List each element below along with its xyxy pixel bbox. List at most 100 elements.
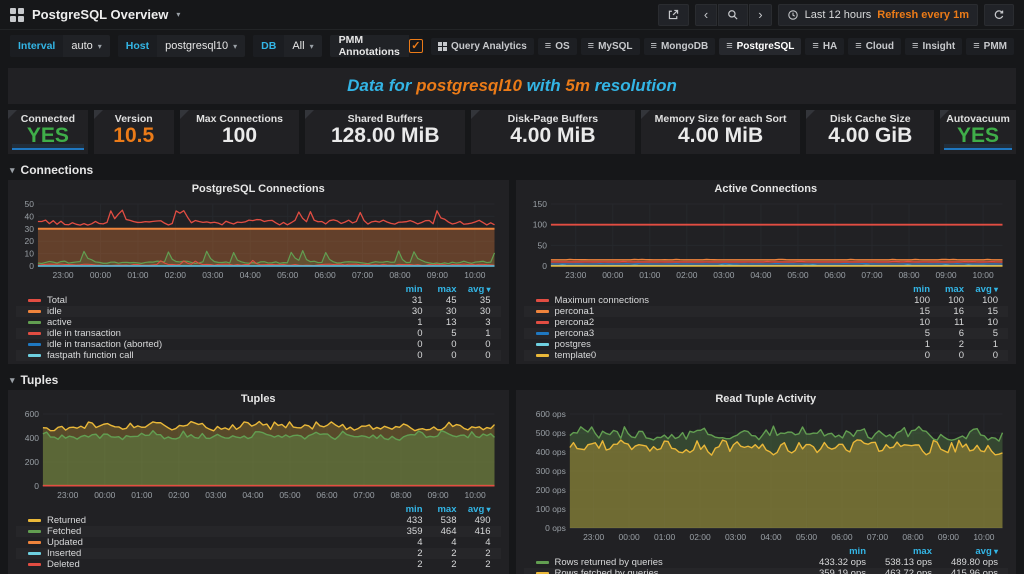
time-back-button[interactable]: ‹	[695, 4, 717, 26]
x-tick-label: 03:00	[205, 490, 226, 500]
section-header-tuples[interactable]: ▾Tuples	[0, 370, 1024, 390]
pmm-annotations-checkbox[interactable]: ✓	[409, 35, 423, 57]
menu-icon: ≡	[973, 41, 979, 52]
legend-sort-min[interactable]: min	[389, 504, 423, 515]
x-tick-label: 00:00	[94, 490, 115, 500]
panel-info-corner-icon[interactable]	[471, 110, 480, 119]
legend-sort-max[interactable]: max	[930, 284, 964, 295]
series-min: 4	[389, 537, 423, 548]
nav-link-mongodb[interactable]: ≡MongoDB	[644, 38, 716, 55]
legend-row-rows-returned-by-queries: Rows returned by queries433.32 ops538.13…	[524, 557, 1009, 568]
panel-info-corner-icon[interactable]	[8, 110, 17, 119]
banner-text-part: postgresql10	[416, 76, 522, 96]
series-name[interactable]: percona3	[555, 328, 897, 339]
series-name[interactable]: Deleted	[47, 559, 389, 570]
panel-info-corner-icon[interactable]	[94, 110, 103, 119]
legend-sort-max[interactable]: max	[423, 504, 457, 515]
legend-sort-avg[interactable]: avg ▾	[457, 504, 491, 515]
legend-sort-min[interactable]: min	[800, 546, 866, 557]
var-value-db[interactable]: All▾	[284, 35, 321, 57]
x-tick-label: 10:00	[464, 270, 485, 280]
legend-sort-avg[interactable]: avg ▾	[932, 546, 998, 557]
share-button[interactable]	[658, 4, 689, 26]
title-caret-icon[interactable]: ▾	[176, 10, 180, 19]
nav-link-os[interactable]: ≡OS	[538, 38, 577, 55]
nav-link-mysql[interactable]: ≡MySQL	[581, 38, 640, 55]
panel-info-corner-icon[interactable]	[180, 110, 189, 119]
nav-link-query-analytics[interactable]: Query Analytics	[431, 38, 534, 55]
legend-sort-min[interactable]: min	[896, 284, 930, 295]
series-name[interactable]: Returned	[47, 515, 389, 526]
x-tick-label: 00:00	[602, 270, 623, 280]
legend-sort-max[interactable]: max	[866, 546, 932, 557]
panel-info-corner-icon[interactable]	[940, 110, 949, 119]
chart-read-tuple-activity[interactable]: 0 ops100 ops200 ops300 ops400 ops500 ops…	[524, 408, 1009, 544]
series-name[interactable]: idle in transaction	[47, 328, 389, 339]
series-name[interactable]: Total	[47, 295, 389, 306]
panel-info-corner-icon[interactable]	[305, 110, 314, 119]
chevron-down-icon: ▾	[233, 42, 237, 51]
var-value-host[interactable]: postgresql10▾	[157, 35, 245, 57]
series-name[interactable]: fastpath function call	[47, 350, 389, 361]
panel-title[interactable]: Active Connections	[524, 183, 1009, 198]
legend-sort-max[interactable]: max	[423, 284, 457, 295]
y-tick-label: 40	[25, 211, 35, 221]
refresh-interval-label: Refresh every 1m	[877, 9, 969, 21]
dashboard-icon	[10, 8, 24, 22]
legend-sort-avg[interactable]: avg ▾	[457, 284, 491, 295]
legend-sort-avg[interactable]: avg ▾	[964, 284, 998, 295]
nav-link-label: PMM	[984, 41, 1007, 52]
nav-link-postgresql[interactable]: ≡PostgreSQL	[719, 38, 801, 55]
panel-title[interactable]: Tuples	[16, 393, 501, 408]
series-name[interactable]: template0	[555, 350, 897, 361]
nav-link-ha[interactable]: ≡HA	[805, 38, 844, 55]
series-name[interactable]: Rows returned by queries	[555, 557, 801, 568]
refresh-button[interactable]	[984, 4, 1014, 26]
series-name[interactable]: Fetched	[47, 526, 389, 537]
x-tick-label: 00:00	[90, 270, 111, 280]
nav-link-pmm[interactable]: ≡ PMM	[966, 38, 1014, 55]
series-name[interactable]: idle in transaction (aborted)	[47, 339, 389, 350]
series-name[interactable]: idle	[47, 306, 389, 317]
series-max: 463.72 ops	[866, 568, 932, 574]
series-name[interactable]: Maximum connections	[555, 295, 897, 306]
panel-info-corner-icon[interactable]	[806, 110, 815, 119]
x-tick-label: 08:00	[390, 490, 411, 500]
x-tick-label: 08:00	[898, 270, 919, 280]
series-max: 30	[423, 306, 457, 317]
y-tick-label: 200 ops	[535, 485, 565, 495]
series-name[interactable]: Rows fetched by queries	[555, 568, 801, 574]
series-name[interactable]: Inserted	[47, 548, 389, 559]
series-min: 5	[896, 328, 930, 339]
chart-tuples[interactable]: 020040060023:0000:0001:0002:0003:0004:00…	[16, 408, 501, 502]
time-forward-button[interactable]: ›	[749, 4, 771, 26]
panel-title[interactable]: PostgreSQL Connections	[16, 183, 501, 198]
legend-sort-min[interactable]: min	[389, 284, 423, 295]
dashboard-title[interactable]: PostgreSQL Overview	[32, 7, 168, 22]
chart-postgresql-connections[interactable]: 0102030405023:0000:0001:0002:0003:0004:0…	[16, 198, 501, 282]
series-avg: 100	[964, 295, 998, 306]
series-name[interactable]: Updated	[47, 537, 389, 548]
x-tick-label: 10:00	[973, 532, 994, 542]
nav-link-cloud[interactable]: ≡Cloud	[848, 38, 901, 55]
nav-link-insight[interactable]: ≡Insight	[905, 38, 962, 55]
zoom-out-button[interactable]	[718, 4, 748, 26]
series-max: 5	[423, 328, 457, 339]
time-range-button[interactable]: Last 12 hours Refresh every 1m	[778, 4, 978, 26]
legend: minmaxavg ▾Maximum connections100100100p…	[524, 284, 1009, 361]
sort-caret-icon: ▾	[484, 505, 490, 514]
series-name[interactable]: percona2	[555, 317, 897, 328]
section-header-connections[interactable]: ▾Connections	[0, 160, 1024, 180]
y-tick-label: 150	[532, 199, 546, 209]
var-value-interval[interactable]: auto▾	[63, 35, 109, 57]
x-tick-label: 05:00	[795, 532, 816, 542]
panel-title[interactable]: Read Tuple Activity	[524, 393, 1009, 408]
series-name[interactable]: active	[47, 317, 389, 328]
y-tick-label: 200	[25, 457, 39, 467]
chart-active-connections[interactable]: 05010015023:0000:0001:0002:0003:0004:000…	[524, 198, 1009, 282]
series-name[interactable]: percona1	[555, 306, 897, 317]
panel-info-corner-icon[interactable]	[641, 110, 650, 119]
x-tick-label: 06:00	[316, 490, 337, 500]
series-name[interactable]: postgres	[555, 339, 897, 350]
legend-header: minmaxavg ▾	[16, 504, 501, 515]
